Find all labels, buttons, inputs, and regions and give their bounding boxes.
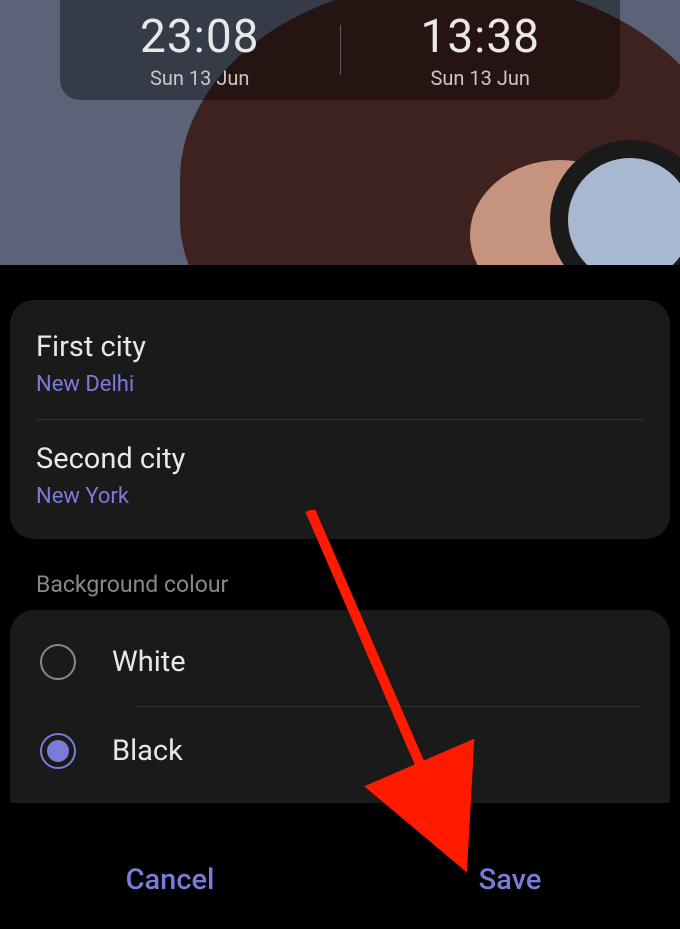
- radio-label-white: White: [112, 645, 186, 679]
- radio-circle-black: [40, 733, 76, 769]
- clock-date-1: Sun 13 Jun: [60, 66, 340, 90]
- second-city-row[interactable]: Second city New York: [36, 419, 644, 531]
- first-city-row[interactable]: First city New Delhi: [36, 308, 644, 419]
- save-button[interactable]: Save: [340, 863, 680, 897]
- background-colour-card: White Black: [10, 610, 670, 803]
- dual-clock-widget: 23:08 Sun 13 Jun 13:38 Sun 13 Jun: [60, 0, 620, 100]
- first-city-value: New Delhi: [36, 372, 644, 397]
- second-city-label: Second city: [36, 442, 644, 476]
- radio-circle-white: [40, 644, 76, 680]
- background-colour-header: Background colour: [10, 557, 670, 610]
- widget-preview: 23:08 Sun 13 Jun 13:38 Sun 13 Jun: [0, 0, 680, 265]
- radio-label-black: Black: [112, 734, 183, 768]
- clock-city-1: 23:08 Sun 13 Jun: [60, 10, 340, 90]
- radio-option-white[interactable]: White: [10, 618, 670, 706]
- clock-time-2: 13:38: [341, 10, 621, 64]
- city-settings-card: First city New Delhi Second city New Yor…: [10, 300, 670, 539]
- second-city-value: New York: [36, 484, 644, 509]
- clock-city-2: 13:38 Sun 13 Jun: [341, 10, 621, 90]
- clock-time-1: 23:08: [60, 10, 340, 64]
- radio-option-black[interactable]: Black: [10, 707, 670, 795]
- first-city-label: First city: [36, 330, 644, 364]
- clock-date-2: Sun 13 Jun: [341, 66, 621, 90]
- bottom-action-bar: Cancel Save: [0, 831, 680, 929]
- radio-dot-icon: [47, 740, 69, 762]
- cancel-button[interactable]: Cancel: [0, 863, 340, 897]
